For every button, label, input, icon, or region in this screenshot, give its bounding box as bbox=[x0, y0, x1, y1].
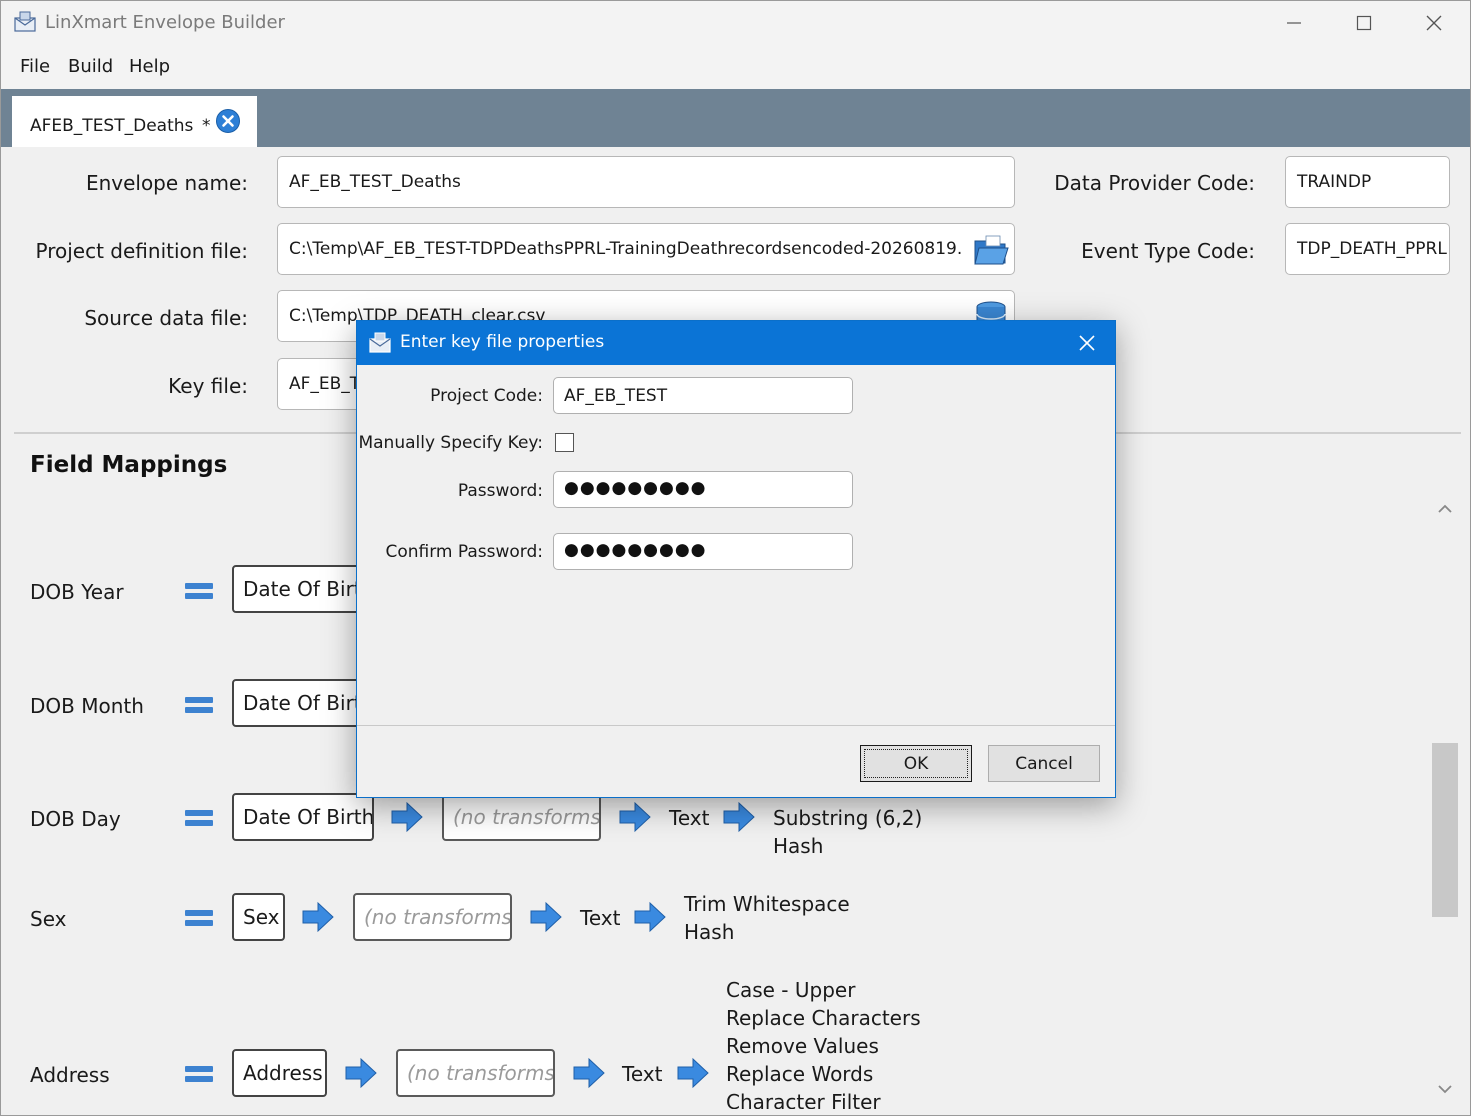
data-provider-label: Data Provider Code: bbox=[1054, 171, 1255, 195]
mapping-name: Address bbox=[30, 1063, 110, 1087]
mapping-name: DOB Day bbox=[30, 807, 121, 831]
arrow-right-icon bbox=[530, 901, 562, 933]
tab-label: AFEB_TEST_Deaths bbox=[30, 116, 194, 136]
password-label: Password: bbox=[457, 481, 543, 501]
operation-item: Remove Values bbox=[726, 1034, 879, 1058]
equals-icon bbox=[185, 810, 213, 826]
equals-icon bbox=[185, 697, 213, 713]
open-folder-icon[interactable] bbox=[972, 231, 1010, 269]
operation-item: Case - Upper bbox=[726, 978, 856, 1002]
data-type-label: Text bbox=[669, 806, 710, 830]
scroll-up-icon[interactable] bbox=[1433, 497, 1457, 521]
cancel-button[interactable]: Cancel bbox=[988, 745, 1100, 782]
dialog-button-divider bbox=[357, 725, 1115, 726]
key-file-label: Key file: bbox=[168, 374, 248, 398]
minimize-button[interactable] bbox=[1259, 1, 1329, 45]
minimize-icon bbox=[1287, 22, 1301, 24]
envelope-app-icon bbox=[14, 11, 36, 32]
dialog-title-bar: Enter key file properties bbox=[357, 321, 1115, 365]
event-type-label: Event Type Code: bbox=[1081, 239, 1255, 263]
operations-list: Trim Whitespace Hash bbox=[684, 890, 850, 946]
operations-list: Case - Upper Replace Characters Remove V… bbox=[726, 976, 921, 1109]
title-bar: LinXmart Envelope Builder bbox=[1, 1, 1470, 45]
event-type-input[interactable]: TDP_DEATH_PPRL bbox=[1285, 223, 1450, 275]
arrow-right-icon bbox=[619, 801, 651, 833]
close-window-button[interactable] bbox=[1399, 1, 1469, 45]
data-type-label: Text bbox=[580, 906, 621, 930]
envelope-name-label: Envelope name: bbox=[85, 171, 248, 195]
operation-item: Substring (6,2) bbox=[773, 806, 923, 830]
data-type-label: Text bbox=[622, 1062, 663, 1086]
equals-icon bbox=[185, 583, 213, 599]
menu-bar: File Build Help bbox=[1, 45, 1470, 89]
confirm-password-input[interactable]: ●●●●●●●●● bbox=[553, 533, 853, 570]
envelope-name-input[interactable]: AF_EB_TEST_Deaths bbox=[277, 156, 1015, 208]
operation-item: Hash bbox=[773, 834, 824, 858]
source-field-box[interactable]: Date Of Birth bbox=[232, 565, 372, 613]
equals-icon bbox=[185, 1066, 213, 1082]
source-field-box[interactable]: Sex bbox=[232, 893, 285, 941]
source-field-box[interactable]: Address bbox=[232, 1049, 327, 1097]
arrow-right-icon bbox=[391, 801, 423, 833]
data-provider-input[interactable]: TRAINDP bbox=[1285, 156, 1450, 208]
focus-rectangle bbox=[864, 749, 968, 778]
tab-modified-indicator: * bbox=[202, 116, 211, 136]
operation-item: Hash bbox=[684, 920, 735, 944]
tab-close-icon[interactable] bbox=[215, 108, 241, 134]
dialog-title: Enter key file properties bbox=[400, 332, 605, 352]
scroll-down-icon[interactable] bbox=[1433, 1077, 1457, 1101]
arrow-right-icon bbox=[302, 901, 334, 933]
confirm-password-label: Confirm Password: bbox=[385, 542, 543, 562]
password-input[interactable]: ●●●●●●●●● bbox=[553, 471, 853, 508]
source-data-label: Source data file: bbox=[84, 306, 248, 330]
mapping-name: Sex bbox=[30, 907, 67, 931]
manual-key-label: Manually Specify Key: bbox=[358, 433, 543, 453]
tab-strip: AFEB_TEST_Deaths * bbox=[1, 89, 1470, 147]
dialog-close-icon[interactable] bbox=[1075, 331, 1099, 355]
mapping-name: DOB Year bbox=[30, 580, 124, 604]
maximize-button[interactable] bbox=[1329, 1, 1399, 45]
source-field-box[interactable]: Date Of Birth bbox=[232, 793, 374, 841]
ok-button[interactable]: OK bbox=[860, 745, 972, 782]
scrollbar-thumb[interactable] bbox=[1432, 743, 1458, 917]
arrow-right-icon bbox=[634, 901, 666, 933]
envelope-app-icon bbox=[369, 332, 391, 353]
transforms-box[interactable]: (no transforms) bbox=[396, 1049, 555, 1097]
mapping-name: DOB Month bbox=[30, 694, 144, 718]
transforms-box[interactable]: (no transforms) bbox=[442, 793, 601, 841]
source-field-box[interactable]: Date Of Birth bbox=[232, 679, 372, 727]
operation-item: Character Filter bbox=[726, 1090, 881, 1109]
operation-item: Replace Characters bbox=[726, 1006, 921, 1030]
project-code-input[interactable]: AF_EB_TEST bbox=[553, 377, 853, 414]
tab-afeb-test-deaths[interactable]: AFEB_TEST_Deaths * bbox=[12, 96, 257, 147]
arrow-right-icon bbox=[677, 1057, 709, 1089]
key-file-dialog: Enter key file properties Project Code: … bbox=[356, 320, 1116, 798]
project-definition-label: Project definition file: bbox=[35, 239, 248, 263]
operations-list: Substring (6,2) Hash bbox=[773, 804, 922, 860]
project-definition-input[interactable]: C:\Temp\AF_EB_TEST-TDPDeathsPPRL-Trainin… bbox=[277, 223, 1015, 275]
field-mappings-title: Field Mappings bbox=[30, 452, 228, 478]
menu-file[interactable]: File bbox=[20, 56, 50, 77]
arrow-right-icon bbox=[723, 801, 755, 833]
window-title: LinXmart Envelope Builder bbox=[45, 12, 285, 33]
transforms-box[interactable]: (no transforms) bbox=[353, 893, 512, 941]
menu-build[interactable]: Build bbox=[68, 56, 113, 77]
operation-item: Trim Whitespace bbox=[684, 892, 850, 916]
manual-key-checkbox[interactable] bbox=[555, 433, 574, 452]
close-icon bbox=[1426, 15, 1442, 31]
arrow-right-icon bbox=[345, 1057, 377, 1089]
maximize-icon bbox=[1356, 15, 1372, 31]
equals-icon bbox=[185, 910, 213, 926]
project-code-label: Project Code: bbox=[430, 386, 543, 406]
menu-help[interactable]: Help bbox=[129, 56, 170, 77]
operation-item: Replace Words bbox=[726, 1062, 874, 1086]
arrow-right-icon bbox=[573, 1057, 605, 1089]
